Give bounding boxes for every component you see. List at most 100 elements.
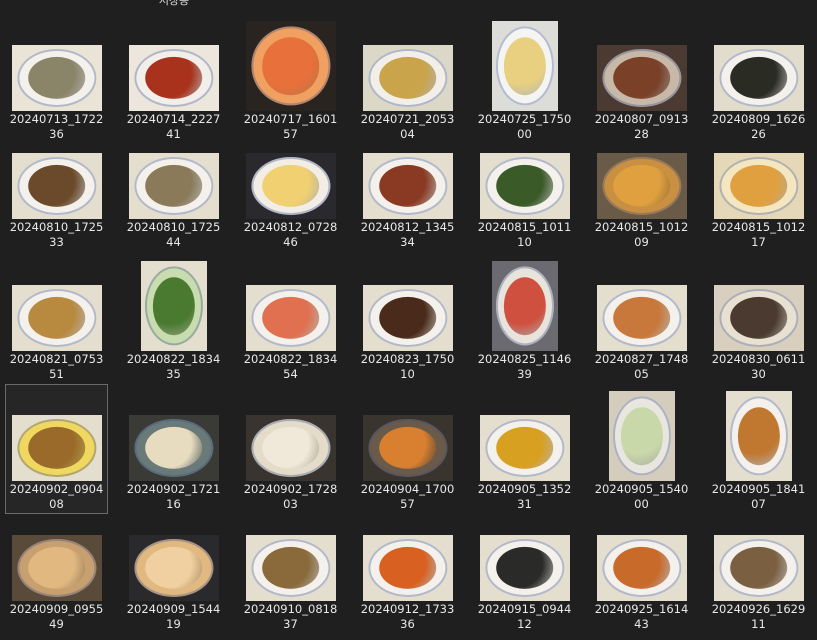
file-name: 20240830_0611 30 xyxy=(711,352,806,381)
file-item[interactable]: 20240910_0818 37 xyxy=(239,504,342,634)
file-item[interactable]: 20240905_1352 31 xyxy=(473,384,576,514)
file-item[interactable]: 20240926_1629 11 xyxy=(707,504,810,634)
file-thumbnail xyxy=(713,285,804,351)
file-name: 20240810_1725 33 xyxy=(9,220,104,249)
file-name: 20240823_1750 10 xyxy=(360,352,455,381)
file-thumbnail xyxy=(479,535,570,601)
food-shape xyxy=(378,546,437,590)
file-thumbnail xyxy=(362,153,453,219)
food-shape xyxy=(495,426,554,470)
file-name: 20240815_1011 10 xyxy=(477,220,572,249)
file-name: 20240910_0818 37 xyxy=(243,602,338,631)
file-item[interactable]: 20240821_0753 51 xyxy=(5,254,108,384)
file-name: 20240912_1733 36 xyxy=(360,602,455,631)
file-thumbnail xyxy=(362,45,453,111)
file-item[interactable]: 20240812_1345 34 xyxy=(356,122,459,252)
file-name: 20240822_1834 54 xyxy=(243,352,338,381)
file-item[interactable]: 20240822_1834 54 xyxy=(239,254,342,384)
file-name: 20240915_0944 12 xyxy=(477,602,572,631)
food-shape xyxy=(27,426,86,470)
file-name: 20240812_0728 46 xyxy=(243,220,338,249)
file-thumbnail xyxy=(245,21,336,111)
file-thumbnail xyxy=(479,415,570,481)
file-item[interactable]: 20240810_1725 33 xyxy=(5,122,108,252)
file-thumbnail xyxy=(491,21,558,111)
food-shape xyxy=(261,296,320,340)
food-shape xyxy=(378,426,437,470)
food-shape xyxy=(27,164,86,208)
file-thumbnail xyxy=(11,415,102,481)
file-item[interactable]: 20240815_1012 17 xyxy=(707,122,810,252)
file-item[interactable]: 20240902_0904 08 xyxy=(5,384,108,514)
food-shape xyxy=(144,164,203,208)
file-item[interactable]: 20240912_1733 36 xyxy=(356,504,459,634)
file-thumbnail xyxy=(245,415,336,481)
file-thumbnail xyxy=(725,391,792,481)
file-item[interactable]: 20240810_1725 44 xyxy=(122,122,225,252)
file-thumbnail xyxy=(11,45,102,111)
file-thumbnail xyxy=(713,153,804,219)
file-item[interactable]: 20240902_1721 16 xyxy=(122,384,225,514)
file-item[interactable]: 20240812_0728 46 xyxy=(239,122,342,252)
file-item[interactable]: 20240904_1700 57 xyxy=(356,384,459,514)
food-shape xyxy=(261,426,320,470)
file-item[interactable]: 20240905_1841 07 xyxy=(707,384,810,514)
file-item[interactable]: 20240902_1728 03 xyxy=(239,384,342,514)
file-name: 20240810_1725 44 xyxy=(126,220,221,249)
food-shape xyxy=(27,296,86,340)
file-item[interactable]: 20240827_1748 05 xyxy=(590,254,693,384)
file-item[interactable]: 20240822_1834 35 xyxy=(122,254,225,384)
file-item[interactable]: 20240830_0611 30 xyxy=(707,254,810,384)
file-thumbnail xyxy=(713,535,804,601)
file-thumbnail xyxy=(128,535,219,601)
file-grid: 20240713_1722 36 20240714_2227 41 20240717… xyxy=(0,0,817,640)
file-name: 20240909_0955 49 xyxy=(9,602,104,631)
file-item[interactable]: 20240909_0955 49 xyxy=(5,504,108,634)
file-thumbnail xyxy=(11,535,102,601)
file-item[interactable]: 20240815_1011 10 xyxy=(473,122,576,252)
file-item[interactable]: 20240915_0944 12 xyxy=(473,504,576,634)
file-thumbnail xyxy=(479,153,570,219)
file-thumbnail xyxy=(128,45,219,111)
file-item[interactable]: 20240815_1012 09 xyxy=(590,122,693,252)
file-item[interactable]: 20240909_1544 19 xyxy=(122,504,225,634)
file-thumbnail xyxy=(596,285,687,351)
food-shape xyxy=(27,546,86,590)
file-thumbnail xyxy=(362,535,453,601)
file-thumbnail xyxy=(245,285,336,351)
file-item[interactable]: 20240823_1750 10 xyxy=(356,254,459,384)
file-item[interactable]: 20240825_1146 39 xyxy=(473,254,576,384)
file-thumbnail xyxy=(245,535,336,601)
file-item[interactable]: 20240905_1540 00 xyxy=(590,384,693,514)
file-name: 20240926_1629 11 xyxy=(711,602,806,631)
food-shape xyxy=(378,296,437,340)
file-thumbnail xyxy=(11,153,102,219)
file-thumbnail xyxy=(128,153,219,219)
file-name: 20240812_1345 34 xyxy=(360,220,455,249)
food-shape xyxy=(261,37,320,95)
food-shape xyxy=(27,56,86,100)
file-thumbnail xyxy=(596,153,687,219)
file-name: 20240827_1748 05 xyxy=(594,352,689,381)
food-shape xyxy=(261,164,320,208)
food-shape xyxy=(612,56,671,100)
food-shape xyxy=(620,407,663,465)
food-shape xyxy=(495,164,554,208)
file-thumbnail xyxy=(11,285,102,351)
file-name: 20240825_1146 39 xyxy=(477,352,572,381)
food-shape xyxy=(729,164,788,208)
file-name: 20240925_1614 43 xyxy=(594,602,689,631)
food-shape xyxy=(612,546,671,590)
food-shape xyxy=(503,277,546,335)
food-shape xyxy=(612,296,671,340)
file-name: 20240822_1834 35 xyxy=(126,352,221,381)
file-thumbnail xyxy=(491,261,558,351)
file-thumbnail xyxy=(245,153,336,219)
food-shape xyxy=(144,546,203,590)
file-thumbnail xyxy=(128,415,219,481)
file-thumbnail xyxy=(608,391,675,481)
food-shape xyxy=(261,546,320,590)
food-shape xyxy=(495,546,554,590)
file-name: 20240815_1012 09 xyxy=(594,220,689,249)
file-item[interactable]: 20240925_1614 43 xyxy=(590,504,693,634)
